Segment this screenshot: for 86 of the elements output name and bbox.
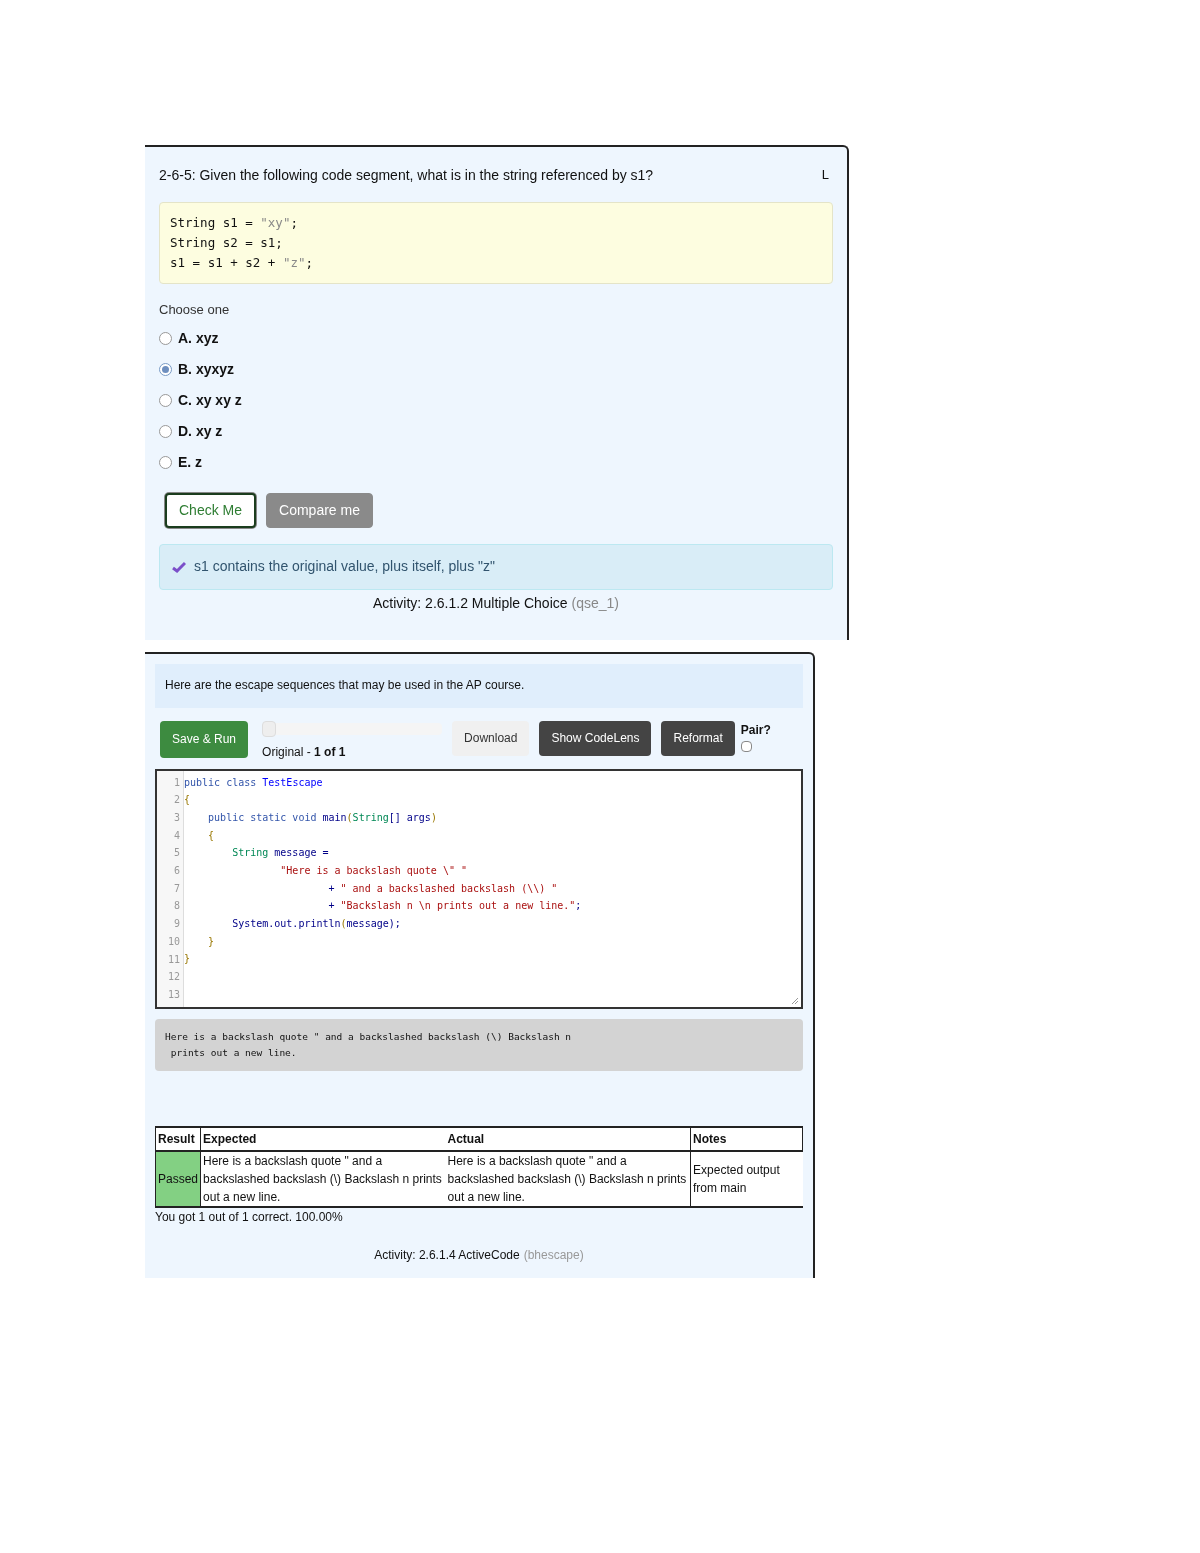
code-text: "Backslash n \n prints out a new line."	[340, 900, 576, 912]
toolbar-button[interactable]: Download	[452, 720, 530, 756]
code-text: [] args	[388, 811, 431, 823]
code-text: (	[346, 811, 353, 823]
question-prompt: 2-6-5: Given the following code segment, what is in the string referenced by s1?	[159, 166, 654, 185]
resize-handle-icon[interactable]	[791, 996, 799, 1005]
history-slider[interactable]	[262, 722, 443, 735]
expected-cell: Here is a backslash quote " and a backslashed backslash (\) Backslash n prints out a new line.	[200, 1150, 446, 1207]
code-text: System.out.println	[231, 918, 341, 929]
actual-cell: Here is a backslash quote " and a backslashed backslash (\) Backslash n prints out a new line.	[445, 1150, 691, 1207]
check-icon	[172, 560, 186, 573]
toolbar-button[interactable]: Show CodeLens	[539, 720, 652, 756]
code-text: }	[207, 935, 215, 947]
feedback-text: s1 contains the original value, plus itself, plus "z"	[194, 557, 495, 576]
activity-caption: Activity: 2.6.1.2 Multiple Choice	[373, 593, 568, 613]
code-text: "Here is a backslash quote \" "	[279, 864, 467, 876]
instruction-text: Choose one	[159, 301, 231, 319]
code-text: s1 = s1 + s2 +	[170, 255, 277, 270]
code-text: main	[322, 811, 347, 823]
activity-caption: Activity: 2.6.1.4 ActiveCode	[374, 1246, 520, 1264]
code-text: "xy"	[260, 215, 291, 230]
code-text: String	[352, 811, 389, 823]
save-run-button[interactable]: Save & Run	[160, 720, 249, 758]
pair-checkbox[interactable]	[740, 740, 752, 752]
code-text: +	[327, 882, 336, 894]
notes-cell: Expected output from main	[690, 1150, 803, 1207]
column-header: Actual	[445, 1126, 691, 1151]
code-text: public class	[184, 776, 258, 788]
line-number: 5	[173, 846, 180, 861]
option-label: E. z	[178, 452, 203, 472]
line-number: 13	[167, 987, 180, 1002]
line-number: 11	[167, 952, 180, 967]
line-number: 8	[173, 899, 180, 914]
code-text: ;	[290, 215, 298, 230]
activity-id: (bhescape)	[523, 1246, 584, 1264]
corner-label: L	[821, 166, 829, 184]
radio-button[interactable]	[159, 455, 172, 469]
toolbar-button[interactable]: Reformat	[661, 720, 735, 756]
activity-id: (qse_1)	[571, 593, 619, 613]
code-text: String s1 =	[170, 215, 254, 230]
line-number: 6	[173, 864, 180, 878]
option-label: A. xyz	[178, 328, 219, 348]
radio-button[interactable]	[159, 393, 172, 407]
line-number: 9	[173, 917, 180, 932]
radio-button[interactable]	[159, 424, 172, 438]
code-text: ;	[575, 900, 582, 912]
code-text: }	[184, 953, 191, 965]
code-text: message	[346, 918, 389, 929]
program-output: Here is a backslash quote " and a backslashed backslash (\) Backslash n prints out a new line.	[155, 1018, 803, 1071]
column-header: Notes	[690, 1126, 803, 1151]
code-text: message =	[274, 847, 329, 859]
code-text: );	[388, 918, 401, 929]
intro-text: Here are the escape sequences that may be used in the AP course.	[155, 663, 803, 708]
history-label: Original - 1 of 1	[262, 743, 347, 761]
code-text: +	[327, 900, 336, 912]
code-text: (	[340, 918, 347, 929]
pair-label: Pair?	[740, 721, 771, 739]
line-number: 12	[167, 970, 180, 985]
code-editor[interactable]	[155, 768, 803, 1009]
code-text: String s2 = s1;	[170, 235, 283, 250]
option-label: B. xyxyz	[178, 359, 235, 379]
code-text: {	[184, 794, 191, 806]
line-number: 7	[173, 881, 180, 896]
code-text: "z"	[282, 255, 306, 270]
option-label: D. xy z	[178, 421, 223, 441]
code-text: " and a backslashed backslash (\\) "	[340, 882, 558, 894]
code-text: {	[207, 829, 215, 841]
code-text: ;	[305, 255, 313, 270]
column-header: Expected	[200, 1126, 446, 1151]
radio-button[interactable]	[159, 331, 172, 345]
radio-button[interactable]	[159, 362, 172, 376]
line-number: 4	[173, 828, 180, 843]
line-number: 10	[167, 934, 180, 949]
result-cell: Passed	[155, 1150, 201, 1207]
code-text: TestEscape	[262, 776, 323, 788]
line-number: 3	[173, 810, 180, 825]
code-text: )	[430, 811, 437, 823]
code-text: public static void	[207, 811, 318, 823]
line-number: 1	[173, 775, 180, 790]
code-text: String	[231, 847, 270, 859]
answer-button[interactable]: Check Me	[165, 492, 257, 528]
line-number: 2	[173, 793, 180, 808]
column-header: Result	[155, 1126, 201, 1151]
score-text: You got 1 out of 1 correct. 100.00%	[155, 1208, 344, 1226]
option-label: C. xy xy z	[178, 390, 242, 410]
slider-thumb[interactable]	[262, 720, 277, 737]
